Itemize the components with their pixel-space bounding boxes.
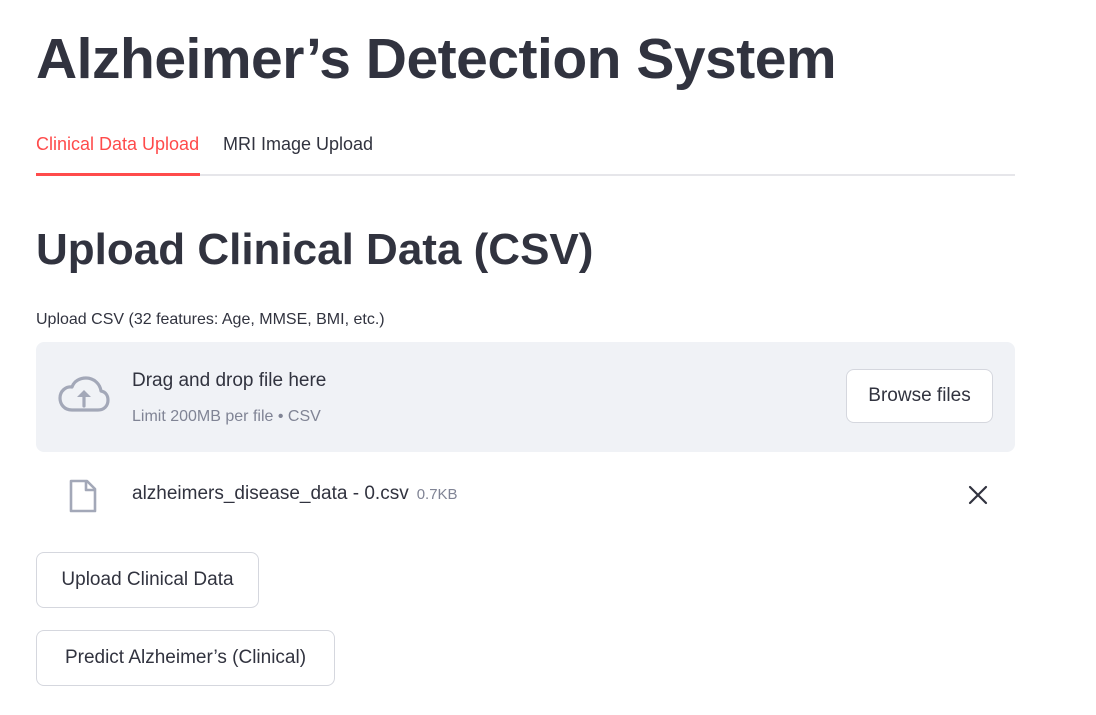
upload-clinical-data-button[interactable]: Upload Clinical Data <box>36 552 259 608</box>
tab-bar: Clinical Data Upload MRI Image Upload <box>36 124 1015 176</box>
predict-alzheimers-clinical-button[interactable]: Predict Alzheimer’s (Clinical) <box>36 630 335 686</box>
close-icon[interactable] <box>967 484 989 506</box>
dropzone-instructions: Drag and drop file here <box>132 370 327 391</box>
cloud-upload-icon <box>58 376 110 412</box>
section-heading: Upload Clinical Data (CSV) <box>36 225 594 274</box>
file-dropzone[interactable]: Drag and drop file here Limit 200MB per … <box>36 342 1015 452</box>
app-title: Alzheimer’s Detection System <box>36 27 837 91</box>
file-name-text: alzheimers_disease_data - 0.csv <box>132 483 409 504</box>
dropzone-limit-text: Limit 200MB per file • CSV <box>132 408 321 425</box>
uploaded-file-name: alzheimers_disease_data - 0.csv 0.7KB <box>132 482 458 507</box>
app-page: Alzheimer’s Detection System Clinical Da… <box>0 0 1096 715</box>
browse-files-button[interactable]: Browse files <box>846 369 993 423</box>
uploaded-file-item: alzheimers_disease_data - 0.csv 0.7KB <box>36 470 1015 520</box>
tab-clinical-data-upload[interactable]: Clinical Data Upload <box>36 132 200 176</box>
file-icon <box>69 479 97 513</box>
file-size: 0.7KB <box>416 486 458 503</box>
uploader-label: Upload CSV (32 features: Age, MMSE, BMI,… <box>36 311 385 328</box>
tab-mri-image-upload[interactable]: MRI Image Upload <box>223 132 383 176</box>
